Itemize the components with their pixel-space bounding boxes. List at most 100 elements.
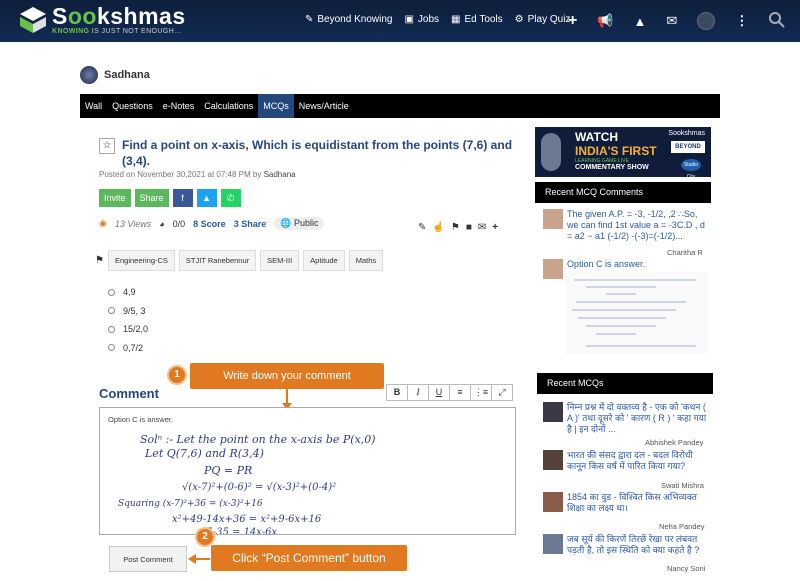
option-b[interactable]: 9/5, 3 <box>108 306 148 316</box>
svg-text:Squaring (x-7)²+36 = (x-3)²+1: Squaring (x-7)²+36 = (x-3)²+16 <box>118 498 263 509</box>
promo-banner[interactable]: WATCH INDIA'S FIRST LEARNING GAME LIVE C… <box>535 127 711 177</box>
tab-enotes[interactable]: e-Notes <box>158 94 200 118</box>
bold-button[interactable]: B <box>386 384 408 401</box>
ordered-list-icon[interactable]: ≡ <box>449 384 471 401</box>
tab-mcqs[interactable]: MCQs <box>258 94 294 118</box>
avatar <box>543 402 563 422</box>
author-link[interactable]: Sadhana <box>264 170 296 179</box>
list-item[interactable]: निम्न प्रश्न में दो वक्तव्य है - एक को '… <box>543 402 708 435</box>
tag-item[interactable]: Engineering-CS <box>107 250 175 271</box>
tab-questions[interactable]: Questions <box>107 94 158 118</box>
profile-header[interactable]: Sadhana <box>80 66 150 84</box>
option-a[interactable]: 4,9 <box>108 287 148 297</box>
italic-button[interactable]: I <box>407 384 429 401</box>
star-icon[interactable]: ☆ <box>99 138 115 154</box>
tab-calculations[interactable]: Calculations <box>199 94 258 118</box>
mail-icon[interactable]: ✉ <box>478 222 486 233</box>
brand-name: Sookshmas <box>52 3 186 29</box>
bullet-list-icon[interactable]: ⋮≡ <box>470 384 492 401</box>
radio-button[interactable] <box>108 288 115 296</box>
recent-comments-heading: Recent MCQ Comments <box>535 182 711 203</box>
facebook-icon[interactable]: f <box>172 189 193 207</box>
fullscreen-icon[interactable]: ⤢ <box>491 384 513 401</box>
radio-button[interactable] <box>108 344 115 351</box>
list-item[interactable]: The given A.P. = -3, -1/2, ,2 ∴So, we ca… <box>543 209 708 242</box>
tab-news-article[interactable]: News/Article <box>294 94 354 118</box>
arrow-left-icon <box>188 554 210 564</box>
list-item[interactable]: 1854 का वुड - विश्वित किस अभिव्यक्त शिक्… <box>543 492 708 514</box>
gear-icon: ⚙ <box>514 14 524 25</box>
avatar <box>543 259 563 279</box>
comment-editor[interactable]: Option C is answer. Solⁿ :- Let the poin… <box>99 407 516 535</box>
search-icon[interactable] <box>768 11 786 29</box>
option-d[interactable]: 0,7/2 <box>108 343 148 353</box>
comment-heading: Comment <box>99 386 159 401</box>
trash-icon[interactable]: ■ <box>466 222 472 233</box>
question-title[interactable]: Find a point on x-axis, Which is equidis… <box>122 137 517 169</box>
votes-count: 0/0 <box>172 218 186 229</box>
edit-icon[interactable]: ✎ <box>418 222 426 233</box>
score-count[interactable]: 8 Score <box>193 219 226 229</box>
share-count[interactable]: 3 Share <box>234 219 267 229</box>
list-item[interactable]: भारत की संसद द्वारा दल - बदल विरोधी कानू… <box>543 450 708 472</box>
whatsapp-icon[interactable]: ✆ <box>220 189 241 207</box>
bell-icon[interactable]: ▲ <box>634 14 647 29</box>
posted-info: Posted on November 30,2021 at 07:48 PM b… <box>99 170 296 179</box>
post-comment-button[interactable]: Post Comment <box>109 546 187 572</box>
nav-beyond-knowing[interactable]: ✎ Beyond Knowing <box>305 14 392 25</box>
profile-tabs: Wall Questions e-Notes Calculations MCQs… <box>80 94 720 118</box>
mcq-author[interactable]: Abhishek Pandey <box>645 438 703 447</box>
avatar <box>543 209 563 229</box>
option-c[interactable]: 15/2,0 <box>108 324 148 334</box>
step2-callout: Click “Post Comment” button <box>211 545 407 571</box>
tag-item[interactable]: Maths <box>348 250 384 271</box>
radio-button[interactable] <box>108 325 115 333</box>
comment-author[interactable]: Charitha R <box>667 248 703 257</box>
mcq-author[interactable]: Neha Pandey <box>659 522 704 531</box>
nav-jobs[interactable]: ▣ Jobs <box>404 14 439 25</box>
building-icon: ▦ <box>451 14 461 25</box>
tag-list: ⚑ Engineering-CS STJIT Ranebennur SEM-II… <box>95 250 384 271</box>
logo-cube-icon <box>20 6 46 33</box>
comment-image-thumbnail[interactable] <box>566 272 708 354</box>
plus-icon[interactable]: + <box>568 12 577 30</box>
mcq-author[interactable]: Nancy Soni <box>667 564 705 573</box>
share-button[interactable]: Share <box>134 189 169 207</box>
pointer-icon[interactable]: ☝ <box>432 222 444 233</box>
megaphone-icon[interactable]: 📢 <box>597 13 613 29</box>
underline-button[interactable]: U <box>428 384 450 401</box>
twitter-icon[interactable]: ▲ <box>196 189 217 207</box>
tab-wall[interactable]: Wall <box>80 94 107 118</box>
radio-button[interactable] <box>108 307 115 314</box>
invite-button[interactable]: Invite <box>99 189 131 207</box>
tag-item[interactable]: SEM-III <box>260 250 300 271</box>
more-vertical-icon[interactable]: ⋮ <box>735 13 748 29</box>
site-logo[interactable]: Sookshmas KNOWING IS JUST NOT ENOUGH... <box>18 4 186 35</box>
list-item[interactable]: जब सूर्य की किरणें तिरछें रेखा पर लंबवत … <box>543 534 708 556</box>
eye-icon: ◉ <box>99 218 107 228</box>
svg-text:√(x-7)²+(0-6)² = √(x-3)²+(0-4): √(x-7)²+(0-6)² = √(x-3)²+(0-4)² <box>182 482 336 493</box>
reading-person-icon: ✎ <box>305 14 314 25</box>
score-icon: ◕ <box>159 218 165 229</box>
recent-mcqs-heading: Recent MCQs <box>537 373 713 394</box>
top-navbar: Sookshmas KNOWING IS JUST NOT ENOUGH... … <box>0 0 800 42</box>
views-count: 13 Views <box>114 218 152 229</box>
main-nav: ✎ Beyond Knowing ▣ Jobs ▦ Ed Tools ⚙ Play Qu… <box>305 14 570 25</box>
briefcase-icon: ▣ <box>404 14 414 25</box>
envelope-icon[interactable]: ✉ <box>666 13 677 29</box>
nav-ed-tools[interactable]: ▦ Ed Tools <box>451 14 503 25</box>
handwritten-solution-image: Solⁿ :- Let the point on the x-axis be P… <box>118 433 376 534</box>
tag-item[interactable]: STJIT Ranebennur <box>178 250 257 271</box>
step1-callout: Write down your comment <box>190 363 384 389</box>
flag-icon[interactable]: ⚑ <box>451 222 460 233</box>
user-avatar[interactable] <box>697 12 716 30</box>
avatar <box>80 66 98 84</box>
nav-play-quiz[interactable]: ⚙ Play Quiz <box>515 14 571 25</box>
plus-icon[interactable]: + <box>492 222 498 233</box>
avatar <box>543 534 563 554</box>
tag-item[interactable]: Aptitude <box>303 250 345 271</box>
share-buttons: Invite Share f ▲ ✆ <box>99 189 241 207</box>
mcq-author[interactable]: Swati Mishra <box>661 481 704 490</box>
step2-badge: 2 <box>195 527 215 547</box>
visibility-badge: 🌐 Public <box>274 217 325 230</box>
